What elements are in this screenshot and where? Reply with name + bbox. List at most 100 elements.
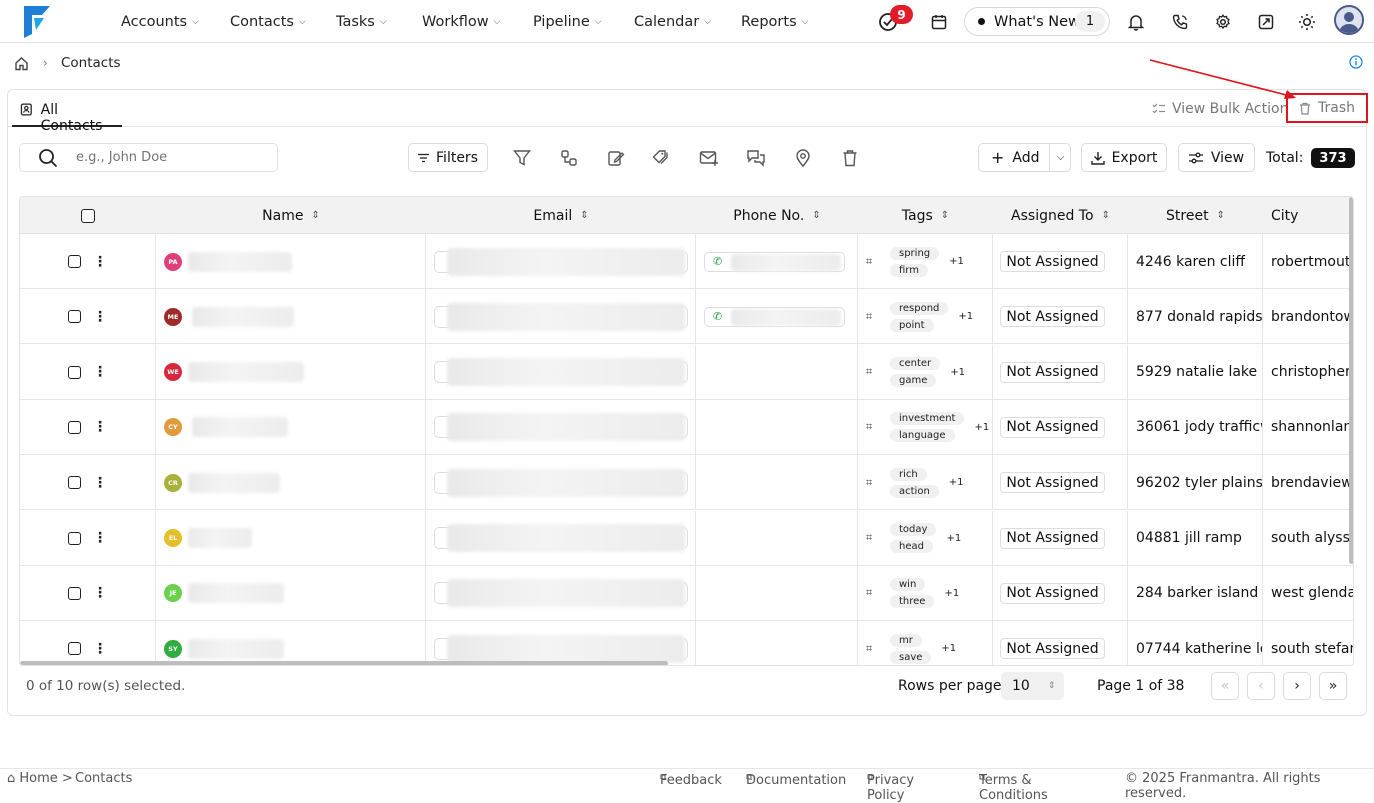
last-page-button[interactable]: » [1319,672,1347,700]
expand-icon[interactable] [1255,11,1277,33]
col-city[interactable]: City [1263,197,1353,234]
row-checkbox[interactable] [68,310,81,324]
phone-cell[interactable]: ✆ [696,289,858,345]
tags-cell[interactable]: ⌗ win three +1 [858,565,993,621]
tag-chip[interactable]: spring [890,246,940,260]
col-phone[interactable]: Phone No. ⇕ [696,197,858,234]
nav-pipeline[interactable]: Pipeline ⌵ [533,0,602,43]
vertical-scrollbar[interactable] [1349,197,1353,564]
phone-cell[interactable] [696,510,858,566]
info-icon[interactable] [1349,53,1363,71]
phone-cell[interactable] [696,565,858,621]
export-button[interactable]: Export [1081,143,1167,172]
table-row[interactable]: ⋮ PA ✆ ⌗ spring firm +1 Not Assigned 4246 karen … [20,234,1353,289]
more-tags-count[interactable]: +1 [974,422,989,433]
tag-chip[interactable]: game [890,374,937,388]
prev-page-button[interactable]: ‹ [1247,672,1275,700]
nav-workflow[interactable]: Workflow ⌵ [422,0,500,43]
name-cell[interactable]: CR [156,455,426,511]
assigned-badge[interactable]: Not Assigned [1000,582,1105,604]
calendar-icon[interactable] [928,11,950,33]
name-cell[interactable]: JE [156,565,426,621]
table-row[interactable]: ⋮ CY ⌗ investment language +1 Not Assigned 3606… [20,399,1353,455]
row-menu-icon[interactable]: ⋮ [93,530,107,546]
table-row[interactable]: ⋮ WE ⌗ center game +1 Not Assigned 5929 natalie… [20,344,1353,400]
search-input[interactable] [76,150,256,165]
phone-icon[interactable] [1169,11,1191,33]
assign-icon[interactable] [559,148,579,168]
name-cell[interactable]: WE [156,344,426,400]
assigned-cell[interactable]: Not Assigned [993,399,1128,455]
add-dropdown-chevron-icon[interactable]: ⌵ [1049,144,1071,171]
email-chip[interactable] [434,524,688,552]
delete-icon[interactable] [840,148,860,168]
rows-per-page-select[interactable]: 10 ⇕ [1001,672,1064,700]
row-menu-icon[interactable]: ⋮ [93,475,107,491]
row-checkbox[interactable] [68,420,81,434]
name-cell[interactable]: SY [156,621,426,665]
email-chip[interactable] [434,468,688,497]
row-menu-icon[interactable]: ⋮ [93,254,107,270]
assigned-badge[interactable]: Not Assigned [1000,527,1105,549]
tag-chip[interactable]: investment [890,412,965,426]
mail-add-icon[interactable] [699,148,719,168]
table-row[interactable]: ⋮ SY ⌗ mr save +1 Not Assigned 07744 katherine … [20,621,1353,665]
phone-chip[interactable]: ✆ [704,306,845,327]
row-checkbox[interactable] [68,586,81,600]
assigned-cell[interactable]: Not Assigned [993,289,1128,345]
assigned-badge[interactable]: Not Assigned [1000,361,1105,383]
name-cell[interactable]: CY [156,399,426,455]
more-tags-count[interactable]: +1 [949,256,964,267]
view-button[interactable]: View [1178,143,1255,172]
row-menu-icon[interactable]: ⋮ [93,309,107,325]
funnel-icon[interactable] [512,148,532,168]
row-menu-icon[interactable]: ⋮ [93,585,107,601]
assigned-cell[interactable]: Not Assigned [993,344,1128,400]
table-row[interactable]: ⋮ JE ⌗ win three +1 Not Assigned 284 barker isl… [20,565,1353,621]
tags-icon[interactable] [652,148,672,168]
first-page-button[interactable]: « [1211,672,1239,700]
sun-icon[interactable] [1296,11,1318,33]
tag-chip[interactable]: today [890,523,937,536]
name-cell[interactable]: PA [156,234,426,289]
row-checkbox[interactable] [68,642,81,656]
tag-chip[interactable]: rich [890,467,927,481]
row-checkbox[interactable] [68,365,81,379]
tag-chip[interactable]: save [890,650,932,664]
assigned-badge[interactable]: Not Assigned [1000,306,1105,328]
horizontal-scrollbar[interactable] [20,661,668,665]
filters-button[interactable]: Filters [408,143,488,172]
row-checkbox[interactable] [68,476,81,490]
row-menu-icon[interactable]: ⋮ [93,641,107,657]
assigned-badge[interactable]: Not Assigned [1000,472,1105,494]
table-row[interactable]: ⋮ ME ✆ ⌗ respond point +1 Not Assigned 877 donal… [20,289,1353,345]
app-logo[interactable] [22,4,52,38]
col-email[interactable]: Email ⇕ [426,197,696,234]
whats-new-button[interactable]: What's New 1 [964,7,1110,36]
col-assigned-to[interactable]: Assigned To ⇕ [993,197,1128,234]
tag-chip[interactable]: win [890,578,926,592]
more-tags-count[interactable]: +1 [949,477,964,488]
assigned-badge[interactable]: Not Assigned [1000,638,1105,660]
add-button[interactable]: + Add ⌵ [978,143,1071,172]
phone-cell[interactable] [696,455,858,511]
gear-icon[interactable] [1212,11,1234,33]
name-cell[interactable]: ME [156,289,426,345]
tag-chip[interactable]: point [890,318,934,332]
tags-cell[interactable]: ⌗ spring firm +1 [858,234,993,289]
phone-chip[interactable]: ✆ [704,251,845,272]
assigned-cell[interactable]: Not Assigned [993,621,1128,665]
more-tags-count[interactable]: +1 [946,533,961,544]
tag-chip[interactable]: respond [890,301,949,315]
chat-icon[interactable] [746,148,766,168]
more-tags-count[interactable]: +1 [958,311,973,322]
email-cell[interactable] [426,621,696,665]
more-tags-count[interactable]: +1 [950,367,965,378]
tag-chip[interactable]: action [890,484,939,498]
tag-chip[interactable]: head [890,540,933,553]
table-row[interactable]: ⋮ EL ⌗ today head +1 Not Assigned 04881 jill ra… [20,510,1353,566]
name-cell[interactable]: EL [156,510,426,566]
home-icon[interactable] [14,54,29,72]
email-cell[interactable] [426,344,696,400]
col-street[interactable]: Street ⇕ [1128,197,1263,234]
